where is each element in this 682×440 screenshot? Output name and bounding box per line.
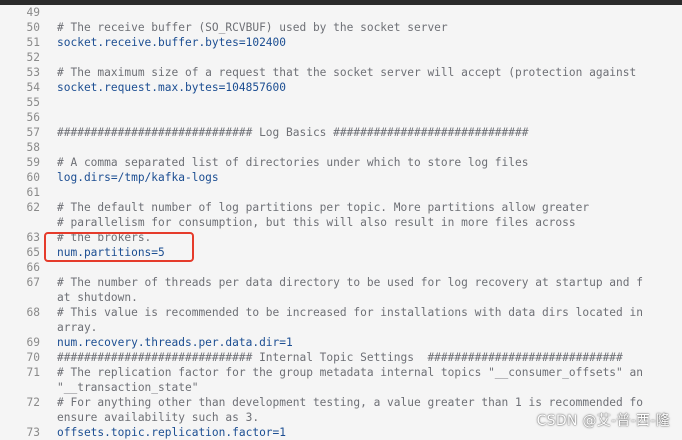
comment-text: # The replication factor for the group m… (57, 366, 643, 379)
code-line[interactable]: 62 # The default number of log partitions… (0, 200, 682, 215)
line-number: 55 (26, 96, 40, 109)
code-line[interactable]: 67 # The number of threads per data direc… (0, 275, 682, 290)
line-number: 60 (26, 171, 40, 184)
code-line[interactable]: 66 (0, 260, 682, 275)
code-line[interactable]: 54 socket.request.max.bytes=104857600 (0, 80, 682, 95)
line-number: 65 (26, 246, 40, 259)
line-number: 68 (26, 306, 40, 319)
code-editor[interactable]: 49 50 # The receive buffer (SO_RCVBUF) use… (0, 5, 682, 440)
code-line[interactable]: 53 # The maximum size of a request that t… (0, 65, 682, 80)
line-number: 67 (26, 276, 40, 289)
comment-text: # The number of threads per data directo… (57, 276, 643, 289)
code-line[interactable]: 60 log.dirs=/tmp/kafka-logs (0, 170, 682, 185)
config-entry: num.recovery.threads.per.data.dir=1 (57, 336, 293, 349)
line-number: 54 (26, 81, 40, 94)
line-number: 53 (26, 66, 40, 79)
code-line[interactable]: 51 socket.receive.buffer.bytes=102400 (0, 35, 682, 50)
code-line[interactable]: 56 (0, 110, 682, 125)
line-number: 57 (26, 126, 40, 139)
config-entry: socket.request.max.bytes=104857600 (57, 81, 287, 94)
line-number: 59 (26, 156, 40, 169)
line-number: 58 (26, 141, 40, 154)
code-line[interactable]: "__transaction_state" (0, 380, 682, 395)
code-line[interactable]: 57 ############################# Log Basi… (0, 125, 682, 140)
code-line[interactable]: 61 (0, 185, 682, 200)
code-line[interactable]: 59 # A comma separated list of directorie… (0, 155, 682, 170)
code-line[interactable]: 55 (0, 95, 682, 110)
code-line[interactable]: 58 (0, 140, 682, 155)
code-line[interactable]: array. (0, 320, 682, 335)
code-line[interactable]: 72 # For anything other than development … (0, 395, 682, 410)
code-line[interactable]: 50 # The receive buffer (SO_RCVBUF) used … (0, 20, 682, 35)
comment-text: # The maximum size of a request that the… (57, 66, 637, 79)
line-number: 51 (26, 36, 40, 49)
code-line[interactable]: 68 # This value is recommended to be incr… (0, 305, 682, 320)
comment-text: # This value is recommended to be increa… (57, 306, 643, 319)
highlight-box (44, 232, 194, 262)
comment-text: # The receive buffer (SO_RCVBUF) used by… (57, 21, 448, 34)
watermark: CSDN @艾-普-西-隆 (536, 413, 670, 429)
line-number: 66 (26, 261, 40, 274)
code-line[interactable]: 71 # The replication factor for the group… (0, 365, 682, 380)
line-number: 61 (26, 186, 40, 199)
line-number: 63 (26, 231, 40, 244)
code-line[interactable]: 52 (0, 50, 682, 65)
config-entry: log.dirs=/tmp/kafka-logs (57, 171, 219, 184)
code-line[interactable]: 69 num.recovery.threads.per.data.dir=1 (0, 335, 682, 350)
line-number: 69 (26, 336, 40, 349)
code-line[interactable]: at shutdown. (0, 290, 682, 305)
code-line[interactable]: 70 ############################# Internal… (0, 350, 682, 365)
comment-text: # For anything other than development te… (57, 396, 643, 409)
line-number: 50 (26, 21, 40, 34)
comment-text: at shutdown. (57, 291, 138, 304)
comment-text: ############################# Internal T… (57, 351, 623, 364)
line-number: 52 (26, 51, 40, 64)
comment-text: ############################# Log Basics… (57, 126, 529, 139)
code-line[interactable]: # parallelism for consumption, but this … (0, 215, 682, 230)
comment-text: array. (57, 321, 98, 334)
line-number: 49 (26, 6, 40, 19)
comment-text: "__transaction_state" (57, 381, 199, 394)
comment-text: # The default number of log partitions p… (57, 201, 590, 214)
comment-text: # parallelism for consumption, but this … (57, 216, 576, 229)
comment-text: # A comma separated list of directories … (57, 156, 529, 169)
line-number: 72 (26, 396, 40, 409)
line-number: 62 (26, 201, 40, 214)
line-number: 56 (26, 111, 40, 124)
code-line[interactable]: 49 (0, 5, 682, 20)
line-number: 71 (26, 366, 40, 379)
line-number: 70 (26, 351, 40, 364)
config-entry: socket.receive.buffer.bytes=102400 (57, 36, 287, 49)
